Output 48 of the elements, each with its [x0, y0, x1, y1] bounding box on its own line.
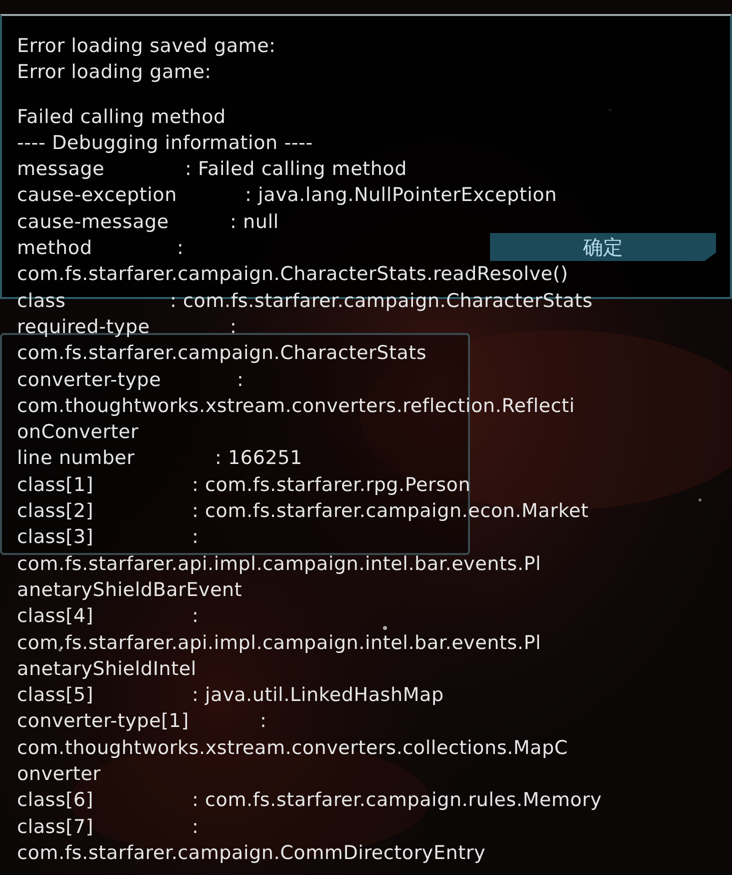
field-value: : com.fs.starfarer.campaign.CharacterStats: [170, 288, 593, 314]
field-value: : com.fs.starfarer.rpg.Person: [192, 472, 471, 498]
field-label: class[3]: [17, 526, 94, 548]
debug-line: anetaryShieldBarEvent: [17, 578, 242, 603]
field-label: converter-type: [17, 368, 162, 391]
field-value: :: [192, 604, 199, 630]
field-label: class[2]: [17, 500, 94, 522]
error-heading: Error loading game:: [17, 60, 212, 86]
debug-line: com.thoughtworks.xstream.converters.collections.MapC: [17, 736, 568, 761]
debug-line: com.fs.starfarer.api.impl.campaign.intel.bar.events.Pl: [17, 630, 542, 656]
field-label: class: [17, 290, 66, 312]
field-label: required-type: [17, 316, 150, 338]
field-label: method: [17, 237, 92, 260]
debug-line: com.fs.starfarer.campaign.CommDirectoryEntry: [17, 840, 486, 866]
field-label: class[5]: [17, 684, 94, 706]
debug-line: anetaryShieldIntel: [17, 656, 196, 682]
field-value: : null: [230, 210, 279, 235]
field-value: :: [192, 525, 199, 550]
field-label: class[6]: [17, 789, 94, 812]
field-value: : com.fs.starfarer.campaign.rules.Memory: [192, 788, 602, 814]
field-label: cause-exception: [17, 184, 177, 206]
field-label: line number: [17, 447, 135, 470]
confirm-button[interactable]: 确定: [490, 233, 716, 261]
debug-line: com.fs.starfarer.api.impl.campaign.intel.bar.events.Pl: [17, 552, 542, 577]
field-value: : java.util.LinkedHashMap: [192, 683, 444, 708]
field-label: class[7]: [17, 816, 94, 838]
debug-line: Failed calling method: [17, 104, 226, 130]
field-value: :: [230, 314, 237, 340]
field-value: :: [177, 236, 184, 262]
field-label: cause-message: [17, 210, 169, 233]
field-label: class[4]: [17, 605, 94, 628]
field-value: : Failed calling method: [185, 157, 407, 182]
debug-line: onverter: [17, 762, 101, 788]
field-label: message: [17, 158, 104, 180]
field-value: :: [237, 368, 244, 393]
field-value: : java.lang.NullPointerException: [245, 183, 557, 208]
field-label: class[1]: [17, 474, 94, 496]
field-label: converter-type[1]: [17, 710, 189, 732]
debug-line: ---- Debugging information ----: [17, 130, 313, 156]
field-value: :: [192, 814, 199, 840]
debug-line: com.fs.starfarer.campaign.CharacterStats.readResolve(): [17, 262, 568, 288]
debug-line: onConverter: [17, 420, 139, 446]
debug-line: com.fs.starfarer.campaign.CharacterStats: [17, 341, 427, 366]
error-heading: Error loading saved game:: [17, 34, 276, 59]
field-value: : com.fs.starfarer.campaign.econ.Market: [192, 499, 589, 524]
field-value: :: [260, 709, 267, 734]
debug-line: com.thoughtworks.xstream.converters.reflection.Reflecti: [17, 394, 575, 419]
field-value: : 166251: [215, 446, 302, 472]
